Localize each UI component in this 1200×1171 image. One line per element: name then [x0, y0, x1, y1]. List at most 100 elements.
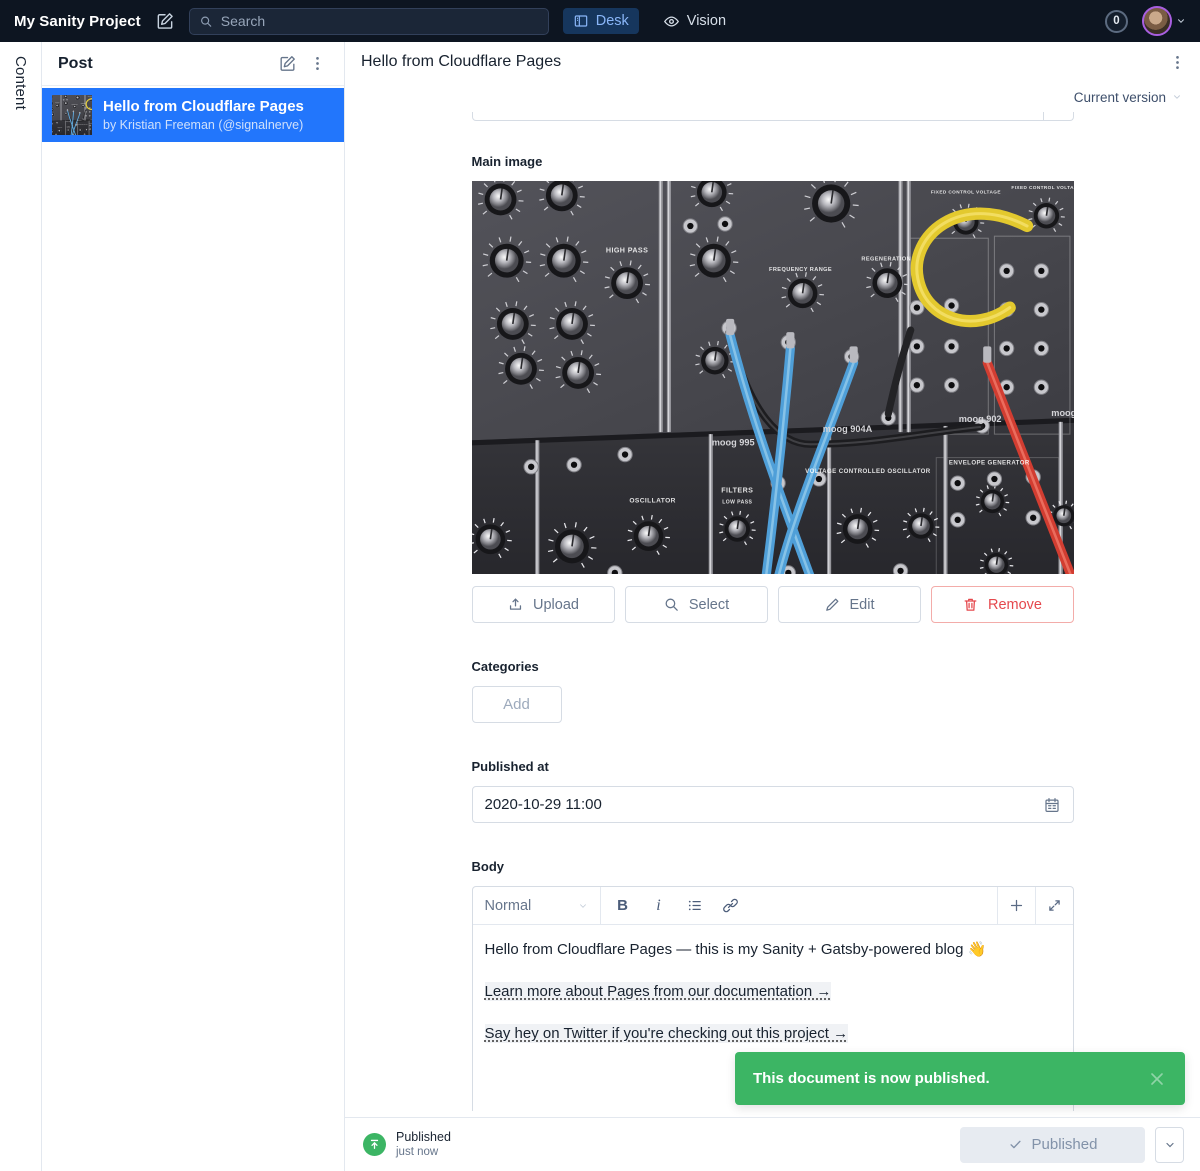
top-navbar: My Sanity Project Desk Vision 0 — [0, 0, 1200, 42]
main-image-label: Main image — [472, 154, 1074, 169]
toast-message: This document is now published. — [753, 1070, 1147, 1087]
svg-text:ENVELOPE GENERATOR: ENVELOPE GENERATOR — [948, 460, 1029, 467]
insert-block-button[interactable] — [997, 887, 1035, 924]
fullscreen-button[interactable] — [1035, 887, 1073, 924]
list-pane-title: Post — [58, 55, 272, 73]
svg-text:moog: moog — [1051, 408, 1074, 418]
publish-button[interactable]: Published — [960, 1127, 1145, 1163]
published-status-icon — [363, 1133, 386, 1156]
list-item[interactable]: Hello from Cloudflare Pages by Kristian … — [42, 88, 344, 142]
link-icon — [722, 897, 739, 914]
chevron-down-icon — [1176, 16, 1186, 26]
edit-button[interactable]: Edit — [778, 586, 921, 623]
chevron-down-icon — [1172, 92, 1182, 102]
desk-label: Desk — [596, 13, 629, 29]
add-category-button[interactable]: Add — [472, 686, 562, 723]
vision-label: Vision — [687, 13, 726, 29]
publish-time-text: just now — [396, 1145, 451, 1159]
compose-icon[interactable] — [155, 11, 175, 31]
published-at-input[interactable] — [485, 796, 1033, 813]
svg-text:FILTERS: FILTERS — [721, 486, 753, 494]
search-box[interactable] — [189, 8, 549, 35]
main-image-preview[interactable]: HIGH PASS FREQUENCY RANGE REGENERATION FIXE… — [472, 181, 1074, 574]
chevron-down-icon — [578, 901, 588, 911]
content-rail[interactable]: Content — [0, 42, 42, 1171]
svg-text:moog 904A: moog 904A — [822, 424, 872, 434]
search-icon — [199, 14, 213, 29]
avatar — [1142, 6, 1172, 36]
document-form-scroll[interactable]: Main image HIGH PASS FREQUENCY RANGE REGEN… — [345, 112, 1200, 1117]
document-list-pane: Post Hello from Cloudflare Pages by Kris… — [42, 42, 345, 1171]
body-paragraph: Hello from Cloudflare Pages — this is my… — [485, 939, 1061, 960]
search-input[interactable] — [221, 13, 539, 29]
svg-text:FIXED CONTROL VOLTAGE: FIXED CONTROL VOLTAGE — [1011, 185, 1074, 190]
eye-icon — [663, 13, 680, 30]
select-label: Select — [689, 597, 729, 613]
edit-label: Edit — [850, 597, 875, 613]
body-link[interactable]: Say hey on Twitter if you're checking ou… — [485, 1024, 849, 1043]
categories-label: Categories — [472, 659, 1074, 674]
body-label: Body — [472, 859, 1074, 874]
style-select-value: Normal — [485, 898, 532, 914]
published-at-field[interactable] — [472, 786, 1074, 823]
upload-label: Upload — [533, 597, 579, 613]
svg-text:VOLTAGE CONTROLLED OSCILLATOR: VOLTAGE CONTROLLED OSCILLATOR — [805, 468, 931, 475]
svg-text:OSCILLATOR: OSCILLATOR — [629, 497, 676, 504]
document-title: Hello from Cloudflare Pages — [361, 53, 1162, 71]
new-document-icon[interactable] — [272, 49, 302, 79]
trash-icon — [962, 596, 979, 613]
project-title: My Sanity Project — [14, 13, 141, 30]
version-label: Current version — [1074, 90, 1166, 105]
editor-toolbar: Normal B i — [473, 887, 1073, 925]
svg-text:HIGH PASS: HIGH PASS — [605, 247, 647, 255]
upload-icon — [507, 596, 524, 613]
pencil-icon — [824, 596, 841, 613]
calendar-icon[interactable] — [1043, 796, 1061, 814]
list-item-thumbnail — [52, 95, 92, 135]
published-at-label: Published at — [472, 759, 1074, 774]
bullet-list-icon — [686, 897, 703, 914]
remove-button[interactable]: Remove — [931, 586, 1074, 623]
svg-text:REGENERATION: REGENERATION — [861, 257, 911, 263]
svg-text:FREQUENCY RANGE: FREQUENCY RANGE — [769, 267, 832, 273]
list-pane-header: Post — [42, 42, 344, 86]
link-button[interactable] — [713, 887, 749, 924]
list-menu-kebab-icon[interactable] — [302, 49, 332, 79]
plus-icon — [1008, 897, 1025, 914]
document-footer: Published just now Published — [345, 1117, 1200, 1171]
document-menu-kebab-icon[interactable] — [1162, 47, 1192, 77]
publish-status-text: Published — [396, 1130, 451, 1146]
tab-desk[interactable]: Desk — [563, 8, 639, 34]
publish-toast: This document is now published. — [735, 1052, 1185, 1105]
list-item-subtitle: by Kristian Freeman (@signalnerve) — [103, 118, 304, 132]
slug-field-cutoff[interactable] — [472, 112, 1074, 121]
list-item-title: Hello from Cloudflare Pages — [103, 98, 304, 117]
remove-label: Remove — [988, 597, 1042, 613]
document-header: Hello from Cloudflare Pages — [345, 42, 1200, 82]
tasks-badge[interactable]: 0 — [1105, 10, 1128, 33]
content-rail-label: Content — [12, 56, 29, 1171]
publish-menu-button[interactable] — [1155, 1127, 1184, 1163]
desk-icon — [573, 13, 589, 29]
version-selector[interactable]: Current version — [345, 82, 1200, 112]
svg-text:moog 995: moog 995 — [711, 437, 754, 447]
document-pane: Hello from Cloudflare Pages Current vers… — [345, 42, 1200, 1171]
bullet-list-button[interactable] — [677, 887, 713, 924]
italic-button[interactable]: i — [641, 887, 677, 924]
select-button[interactable]: Select — [625, 586, 768, 623]
style-select[interactable]: Normal — [473, 887, 601, 924]
svg-text:FIXED CONTROL VOLTAGE: FIXED CONTROL VOLTAGE — [930, 189, 1000, 194]
search-icon — [663, 596, 680, 613]
check-icon — [1008, 1137, 1023, 1152]
svg-text:moog 902: moog 902 — [958, 414, 1001, 424]
expand-icon — [1046, 897, 1063, 914]
body-link[interactable]: Learn more about Pages from our document… — [485, 982, 832, 1001]
bold-button[interactable]: B — [605, 887, 641, 924]
svg-text:LOW PASS: LOW PASS — [722, 500, 752, 506]
close-icon[interactable] — [1147, 1069, 1167, 1089]
chevron-down-icon — [1164, 1139, 1176, 1151]
tab-vision[interactable]: Vision — [653, 8, 736, 35]
publish-button-label: Published — [1032, 1136, 1098, 1153]
user-menu[interactable] — [1142, 6, 1186, 36]
upload-button[interactable]: Upload — [472, 586, 615, 623]
